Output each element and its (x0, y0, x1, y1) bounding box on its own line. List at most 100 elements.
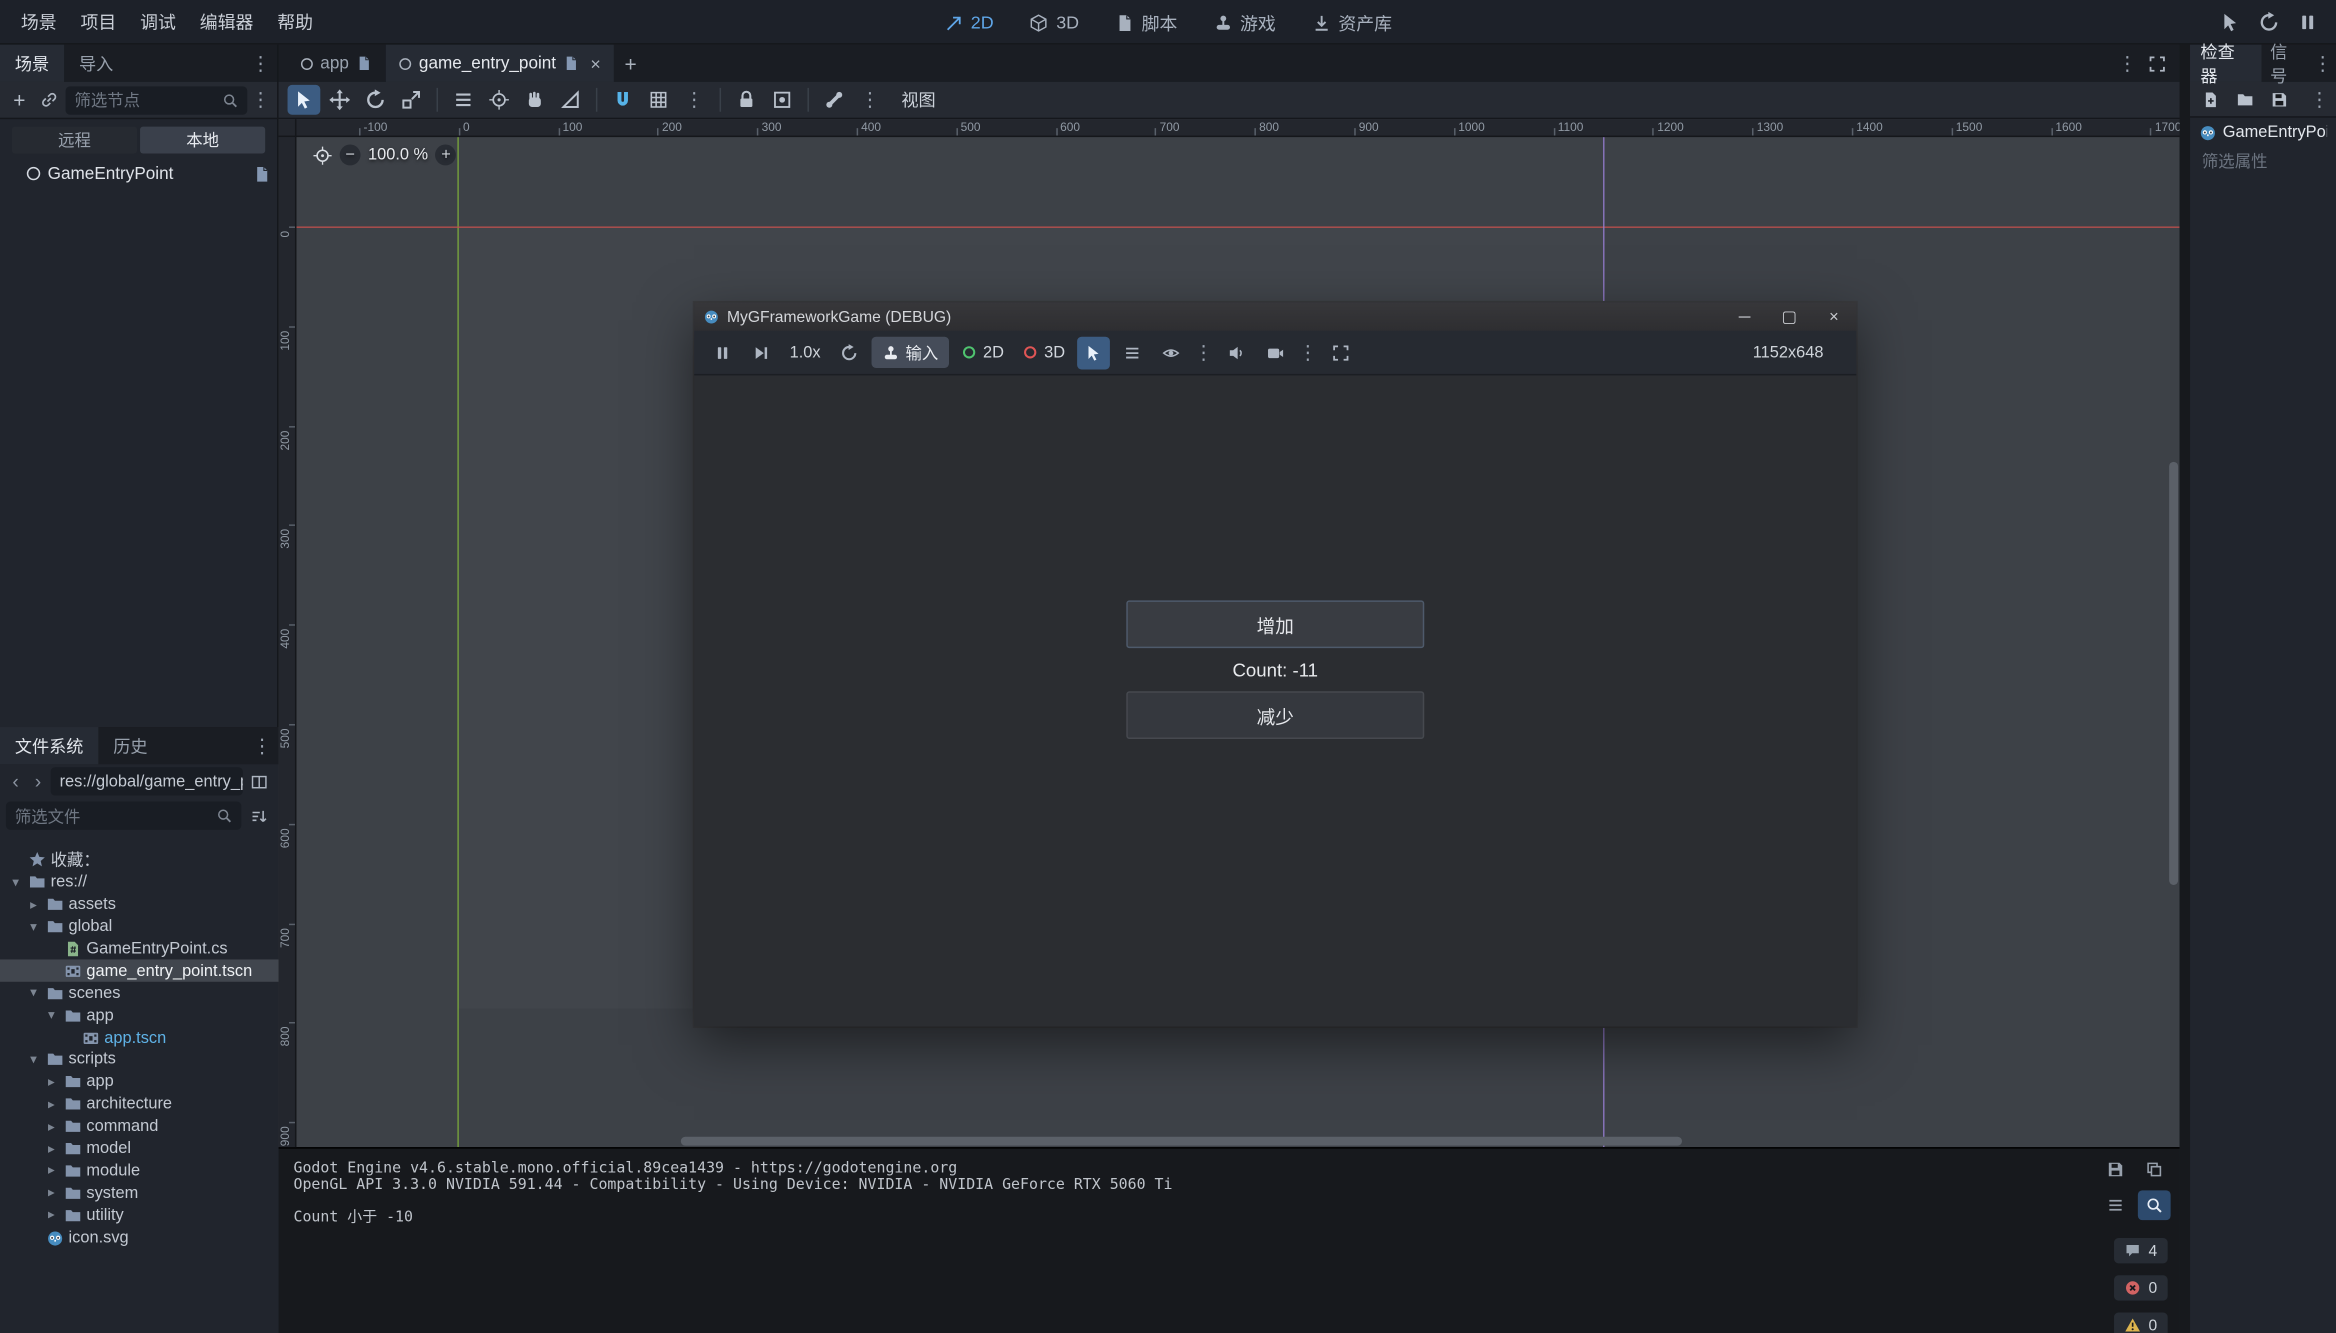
debug-mode-3d[interactable]: 3D (1016, 343, 1071, 361)
menu-scene[interactable]: 场景 (9, 5, 69, 38)
next-frame-icon[interactable] (745, 336, 778, 369)
tree-arrow-icon[interactable]: ▸ (43, 1207, 59, 1223)
increase-button[interactable]: 增加 (1126, 600, 1424, 648)
collapse-log-icon[interactable] (2099, 1190, 2132, 1220)
restart-icon[interactable] (2253, 7, 2286, 37)
load-resource-icon[interactable] (2230, 86, 2260, 113)
list-select-icon[interactable] (447, 85, 480, 115)
new-scene-tab-button[interactable]: + (614, 45, 647, 82)
file-tree-item[interactable]: game_entry_point.tscn (0, 960, 279, 982)
tree-arrow-icon[interactable]: ▾ (43, 1007, 59, 1023)
menu-project[interactable]: 项目 (69, 5, 129, 38)
zoom-in-icon[interactable]: + (436, 145, 457, 166)
tree-arrow-icon[interactable]: ▸ (43, 1074, 59, 1090)
pick-node-icon[interactable] (1077, 336, 1110, 369)
debug-options-icon[interactable]: ⋮ (1193, 340, 1214, 364)
inspected-node-row[interactable]: GameEntryPoint. (2190, 118, 2336, 146)
message-count-badge[interactable]: 4 (2114, 1238, 2167, 1263)
vertical-scrollbar[interactable] (2169, 462, 2178, 885)
tree-arrow-icon[interactable]: ▸ (43, 1163, 59, 1179)
tab-inspector[interactable]: 检查器 (2190, 45, 2261, 82)
lock-node-icon[interactable] (730, 85, 763, 115)
scale-tool-icon[interactable] (395, 85, 428, 115)
file-tree-item[interactable]: ▸command (0, 1115, 279, 1137)
split-view-icon[interactable] (246, 767, 273, 797)
minimize-icon[interactable]: ─ (1722, 302, 1767, 330)
debug-mode-2d[interactable]: 2D (955, 343, 1010, 361)
suspend-game-icon[interactable] (706, 336, 739, 369)
file-tree-item[interactable]: app.tscn (0, 1027, 279, 1049)
file-tree-item[interactable]: ▾app (0, 1004, 279, 1026)
file-tree-item[interactable]: ▾scenes (0, 982, 279, 1004)
zoom-out-icon[interactable]: − (340, 145, 361, 166)
skeleton-icon[interactable] (818, 85, 851, 115)
remote-button[interactable]: 远程 (12, 127, 137, 154)
rotate-tool-icon[interactable] (359, 85, 392, 115)
file-tree-item[interactable]: GameEntryPoint.cs (0, 938, 279, 960)
file-tree-item[interactable]: ▸app (0, 1071, 279, 1093)
filter-properties-input[interactable]: 筛选属性 (2190, 146, 2336, 174)
save-resource-icon[interactable] (2264, 86, 2294, 113)
local-button[interactable]: 本地 (140, 127, 265, 154)
file-tree-item[interactable]: ▸architecture (0, 1093, 279, 1115)
tree-arrow-icon[interactable]: ▸ (43, 1185, 59, 1201)
selection-list-icon[interactable] (1116, 336, 1149, 369)
horizontal-scrollbar[interactable] (681, 1137, 1682, 1146)
tab-list-menu-icon[interactable]: ⋮ (2117, 51, 2138, 75)
tab-signals[interactable]: 信号 (2261, 45, 2312, 82)
move-tool-icon[interactable] (323, 85, 356, 115)
nav-back-icon[interactable]: ‹ (6, 770, 25, 792)
skeleton-options-icon[interactable]: ⋮ (854, 85, 887, 115)
tree-arrow-icon[interactable]: ▾ (7, 874, 23, 890)
file-tree-item[interactable]: ▸system (0, 1182, 279, 1204)
camera-override-icon[interactable] (1259, 336, 1292, 369)
tree-arrow-icon[interactable]: ▾ (25, 919, 41, 935)
file-tree-item[interactable]: ▾res:// (0, 871, 279, 893)
time-scale-label[interactable]: 1.0x (784, 343, 827, 361)
tree-arrow-icon[interactable]: ▾ (25, 1052, 41, 1068)
game-window[interactable]: MyGFrameworkGame (DEBUG) ─ ▢ × 1.0x 输入 2… (694, 302, 1856, 1026)
instance-scene-icon[interactable] (36, 85, 63, 115)
pointer-icon[interactable] (2214, 7, 2247, 37)
tab-history[interactable]: 历史 (98, 727, 162, 764)
close-tab-icon[interactable]: × (590, 53, 600, 74)
current-path[interactable]: res://global/game_entry_p (51, 767, 243, 795)
scene-tree-root-node[interactable]: GameEntryPoint (0, 159, 277, 187)
search-log-icon[interactable] (2138, 1190, 2171, 1220)
tab-import-dock[interactable]: 导入 (64, 45, 128, 82)
mute-audio-icon[interactable] (1220, 336, 1253, 369)
file-tree-item[interactable]: ▾scripts (0, 1049, 279, 1071)
copy-log-icon[interactable] (2138, 1155, 2171, 1185)
dock-menu-icon[interactable]: ⋮ (250, 51, 271, 75)
workspace-2d[interactable]: 2D (931, 6, 1007, 39)
tree-arrow-icon[interactable]: ▾ (25, 985, 41, 1001)
group-node-icon[interactable] (766, 85, 799, 115)
file-tree-item[interactable]: ▸module (0, 1160, 279, 1182)
nav-forward-icon[interactable]: › (28, 770, 47, 792)
inspector-menu-icon[interactable]: ⋮ (2313, 51, 2333, 75)
file-tree-item[interactable]: ▸utility (0, 1204, 279, 1226)
workspace-script[interactable]: 脚本 (1101, 6, 1190, 39)
new-resource-icon[interactable] (2196, 86, 2226, 113)
smart-snap-icon[interactable] (606, 85, 639, 115)
file-tree-item[interactable]: ▾global (0, 916, 279, 938)
select-tool-icon[interactable] (288, 85, 321, 115)
filesystem-menu-icon[interactable]: ⋮ (252, 734, 273, 758)
tree-arrow-icon[interactable]: ▸ (25, 896, 41, 912)
menu-debug[interactable]: 调试 (128, 5, 188, 38)
tree-arrow-icon[interactable]: ▸ (43, 1140, 59, 1156)
zoom-level[interactable]: 100.0 % (368, 146, 428, 164)
filter-files-input[interactable]: 筛选文件 (6, 802, 241, 830)
filter-nodes-input[interactable]: 筛选节点 (66, 86, 248, 114)
close-window-icon[interactable]: × (1812, 302, 1857, 330)
file-tree-item[interactable]: 收藏： (0, 849, 279, 871)
center-view-icon[interactable] (313, 145, 332, 164)
add-node-button[interactable]: + (6, 88, 33, 112)
ruler-tool-icon[interactable] (554, 85, 587, 115)
expand-viewport-icon[interactable] (2144, 48, 2171, 78)
scene-dock-options-icon[interactable]: ⋮ (250, 88, 271, 112)
sort-files-icon[interactable] (246, 801, 273, 831)
file-tree-item[interactable]: ▸assets (0, 894, 279, 916)
pan-tool-icon[interactable] (518, 85, 551, 115)
tab-filesystem[interactable]: 文件系统 (0, 727, 98, 764)
